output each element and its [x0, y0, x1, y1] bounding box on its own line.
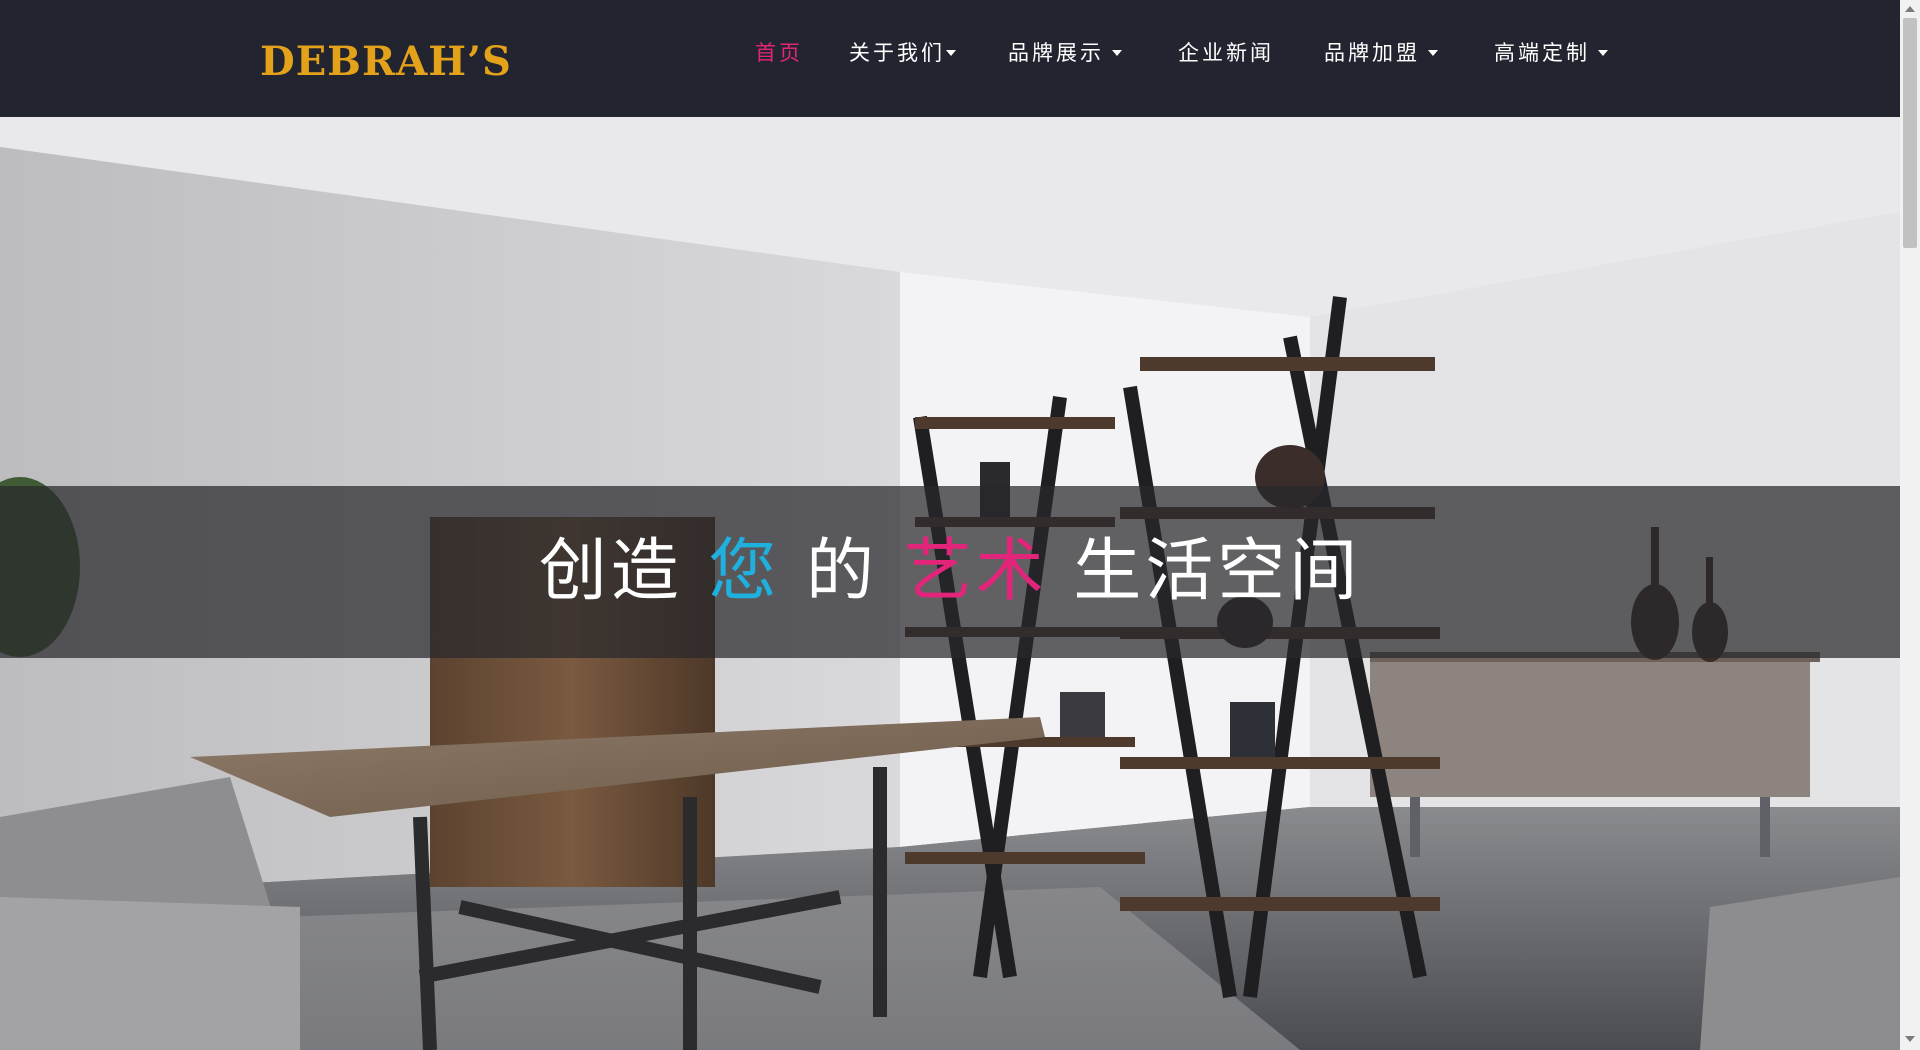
chevron-down-icon — [1112, 50, 1122, 56]
nav-item-news[interactable]: 企业新闻 — [1178, 36, 1274, 70]
nav-item-label: 关于我们 — [849, 41, 945, 65]
headline-highlight-blue: 您 — [708, 532, 781, 611]
nav-item-franchise[interactable]: 品牌加盟 — [1324, 36, 1438, 70]
chevron-down-icon — [1428, 50, 1438, 56]
hero-section: 创造 您 的 艺术 生活空间 — [0, 117, 1900, 1050]
nav-item-brands[interactable]: 品牌展示 — [1008, 36, 1122, 70]
chevron-down-icon — [946, 50, 956, 56]
hero-banner: 创造 您 的 艺术 生活空间 — [0, 486, 1900, 658]
nav-item-label: 首页 — [755, 41, 803, 65]
nav-item-label: 企业新闻 — [1178, 41, 1274, 65]
headline-text: 创造 — [538, 532, 683, 611]
headline-text: 生活空间 — [1073, 532, 1362, 611]
page-scrollbar[interactable] — [1900, 0, 1920, 1050]
chevron-down-icon — [1598, 50, 1608, 56]
nav-item-home[interactable]: 首页 — [755, 36, 803, 70]
nav-item-custom[interactable]: 高端定制 — [1494, 36, 1608, 70]
nav-item-label: 品牌展示 — [1008, 41, 1104, 65]
headline-highlight-pink: 艺术 — [903, 532, 1048, 611]
scroll-up-icon[interactable] — [1905, 6, 1915, 12]
nav-item-label: 品牌加盟 — [1324, 41, 1420, 65]
scrollbar-thumb[interactable] — [1903, 18, 1917, 248]
hero-headline: 创造 您 的 艺术 生活空间 — [0, 486, 1900, 658]
nav-item-about[interactable]: 关于我们 — [849, 36, 956, 70]
site-header: DEBRAH’S 首页 关于我们 品牌展示 企业新闻 品牌加盟 高端定制 — [0, 0, 1900, 117]
page: DEBRAH’S 首页 关于我们 品牌展示 企业新闻 品牌加盟 高端定制 创造 … — [0, 0, 1920, 1050]
scroll-down-icon[interactable] — [1905, 1036, 1915, 1042]
main-nav: 首页 关于我们 品牌展示 企业新闻 品牌加盟 高端定制 — [0, 36, 1900, 70]
nav-item-label: 高端定制 — [1494, 41, 1590, 65]
headline-text: 的 — [805, 532, 878, 611]
